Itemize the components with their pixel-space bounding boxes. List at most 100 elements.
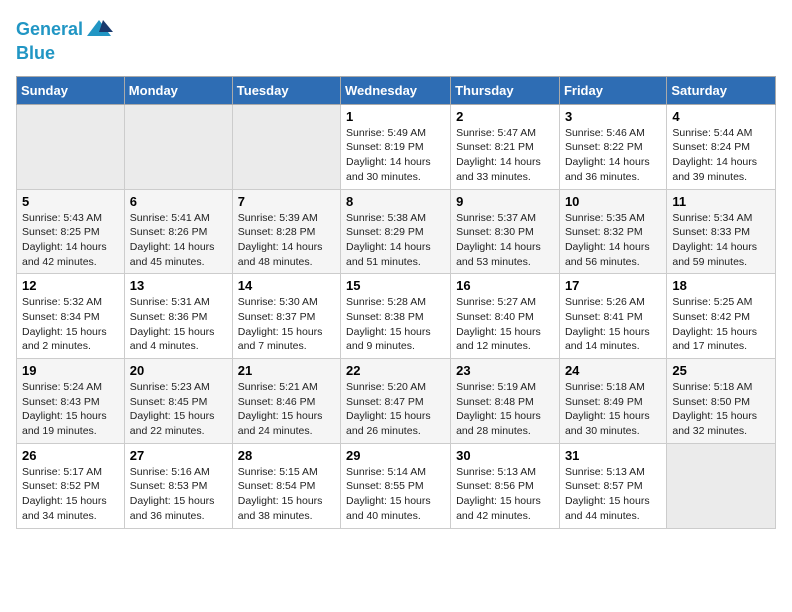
day-number: 1 [346, 109, 445, 124]
calendar-cell: 31 Sunrise: 5:13 AMSunset: 8:57 PMDaylig… [559, 443, 666, 528]
day-number: 22 [346, 363, 445, 378]
day-info: Sunrise: 5:37 AMSunset: 8:30 PMDaylight:… [456, 211, 554, 270]
day-info: Sunrise: 5:32 AMSunset: 8:34 PMDaylight:… [22, 295, 119, 354]
day-info: Sunrise: 5:46 AMSunset: 8:22 PMDaylight:… [565, 126, 661, 185]
day-number: 28 [238, 448, 335, 463]
day-info: Sunrise: 5:39 AMSunset: 8:28 PMDaylight:… [238, 211, 335, 270]
day-info: Sunrise: 5:18 AMSunset: 8:50 PMDaylight:… [672, 380, 770, 439]
calendar-cell: 15 Sunrise: 5:28 AMSunset: 8:38 PMDaylig… [341, 274, 451, 359]
page-header: General Blue [16, 16, 776, 64]
day-number: 10 [565, 194, 661, 209]
calendar-cell: 1 Sunrise: 5:49 AMSunset: 8:19 PMDayligh… [341, 104, 451, 189]
calendar-cell: 10 Sunrise: 5:35 AMSunset: 8:32 PMDaylig… [559, 189, 666, 274]
weekday-header-tuesday: Tuesday [232, 76, 340, 104]
calendar-week-1: 1 Sunrise: 5:49 AMSunset: 8:19 PMDayligh… [17, 104, 776, 189]
day-number: 27 [130, 448, 227, 463]
day-number: 14 [238, 278, 335, 293]
day-number: 13 [130, 278, 227, 293]
day-number: 29 [346, 448, 445, 463]
weekday-header-sunday: Sunday [17, 76, 125, 104]
day-number: 8 [346, 194, 445, 209]
calendar-cell: 6 Sunrise: 5:41 AMSunset: 8:26 PMDayligh… [124, 189, 232, 274]
day-number: 7 [238, 194, 335, 209]
day-number: 6 [130, 194, 227, 209]
calendar-cell: 18 Sunrise: 5:25 AMSunset: 8:42 PMDaylig… [667, 274, 776, 359]
day-info: Sunrise: 5:20 AMSunset: 8:47 PMDaylight:… [346, 380, 445, 439]
calendar-cell: 28 Sunrise: 5:15 AMSunset: 8:54 PMDaylig… [232, 443, 340, 528]
day-number: 5 [22, 194, 119, 209]
calendar-cell: 5 Sunrise: 5:43 AMSunset: 8:25 PMDayligh… [17, 189, 125, 274]
calendar-cell: 29 Sunrise: 5:14 AMSunset: 8:55 PMDaylig… [341, 443, 451, 528]
day-number: 18 [672, 278, 770, 293]
calendar-table: SundayMondayTuesdayWednesdayThursdayFrid… [16, 76, 776, 529]
day-number: 21 [238, 363, 335, 378]
calendar-week-2: 5 Sunrise: 5:43 AMSunset: 8:25 PMDayligh… [17, 189, 776, 274]
day-info: Sunrise: 5:15 AMSunset: 8:54 PMDaylight:… [238, 465, 335, 524]
day-number: 19 [22, 363, 119, 378]
calendar-cell: 7 Sunrise: 5:39 AMSunset: 8:28 PMDayligh… [232, 189, 340, 274]
calendar-cell: 27 Sunrise: 5:16 AMSunset: 8:53 PMDaylig… [124, 443, 232, 528]
calendar-cell: 11 Sunrise: 5:34 AMSunset: 8:33 PMDaylig… [667, 189, 776, 274]
calendar-cell: 8 Sunrise: 5:38 AMSunset: 8:29 PMDayligh… [341, 189, 451, 274]
day-info: Sunrise: 5:49 AMSunset: 8:19 PMDaylight:… [346, 126, 445, 185]
calendar-cell [667, 443, 776, 528]
day-info: Sunrise: 5:23 AMSunset: 8:45 PMDaylight:… [130, 380, 227, 439]
day-number: 2 [456, 109, 554, 124]
day-info: Sunrise: 5:13 AMSunset: 8:57 PMDaylight:… [565, 465, 661, 524]
day-info: Sunrise: 5:14 AMSunset: 8:55 PMDaylight:… [346, 465, 445, 524]
logo-text: General [16, 20, 83, 40]
day-info: Sunrise: 5:47 AMSunset: 8:21 PMDaylight:… [456, 126, 554, 185]
calendar-cell: 22 Sunrise: 5:20 AMSunset: 8:47 PMDaylig… [341, 359, 451, 444]
day-number: 9 [456, 194, 554, 209]
calendar-cell [124, 104, 232, 189]
calendar-cell: 23 Sunrise: 5:19 AMSunset: 8:48 PMDaylig… [451, 359, 560, 444]
day-info: Sunrise: 5:24 AMSunset: 8:43 PMDaylight:… [22, 380, 119, 439]
day-info: Sunrise: 5:28 AMSunset: 8:38 PMDaylight:… [346, 295, 445, 354]
logo-blue: Blue [16, 44, 113, 64]
weekday-header-saturday: Saturday [667, 76, 776, 104]
day-info: Sunrise: 5:27 AMSunset: 8:40 PMDaylight:… [456, 295, 554, 354]
day-number: 25 [672, 363, 770, 378]
calendar-cell [232, 104, 340, 189]
day-number: 23 [456, 363, 554, 378]
day-number: 24 [565, 363, 661, 378]
calendar-cell: 19 Sunrise: 5:24 AMSunset: 8:43 PMDaylig… [17, 359, 125, 444]
calendar-cell: 20 Sunrise: 5:23 AMSunset: 8:45 PMDaylig… [124, 359, 232, 444]
calendar-cell: 2 Sunrise: 5:47 AMSunset: 8:21 PMDayligh… [451, 104, 560, 189]
day-info: Sunrise: 5:16 AMSunset: 8:53 PMDaylight:… [130, 465, 227, 524]
weekday-header-thursday: Thursday [451, 76, 560, 104]
calendar-cell: 9 Sunrise: 5:37 AMSunset: 8:30 PMDayligh… [451, 189, 560, 274]
calendar-cell: 17 Sunrise: 5:26 AMSunset: 8:41 PMDaylig… [559, 274, 666, 359]
calendar-cell: 26 Sunrise: 5:17 AMSunset: 8:52 PMDaylig… [17, 443, 125, 528]
day-number: 11 [672, 194, 770, 209]
day-info: Sunrise: 5:18 AMSunset: 8:49 PMDaylight:… [565, 380, 661, 439]
logo-icon [85, 16, 113, 44]
day-number: 17 [565, 278, 661, 293]
calendar-cell: 12 Sunrise: 5:32 AMSunset: 8:34 PMDaylig… [17, 274, 125, 359]
day-number: 3 [565, 109, 661, 124]
calendar-week-4: 19 Sunrise: 5:24 AMSunset: 8:43 PMDaylig… [17, 359, 776, 444]
calendar-cell: 24 Sunrise: 5:18 AMSunset: 8:49 PMDaylig… [559, 359, 666, 444]
logo: General Blue [16, 16, 113, 64]
calendar-cell: 25 Sunrise: 5:18 AMSunset: 8:50 PMDaylig… [667, 359, 776, 444]
day-info: Sunrise: 5:43 AMSunset: 8:25 PMDaylight:… [22, 211, 119, 270]
day-info: Sunrise: 5:31 AMSunset: 8:36 PMDaylight:… [130, 295, 227, 354]
day-number: 30 [456, 448, 554, 463]
day-info: Sunrise: 5:26 AMSunset: 8:41 PMDaylight:… [565, 295, 661, 354]
day-number: 20 [130, 363, 227, 378]
day-number: 26 [22, 448, 119, 463]
day-info: Sunrise: 5:30 AMSunset: 8:37 PMDaylight:… [238, 295, 335, 354]
calendar-cell: 30 Sunrise: 5:13 AMSunset: 8:56 PMDaylig… [451, 443, 560, 528]
day-info: Sunrise: 5:13 AMSunset: 8:56 PMDaylight:… [456, 465, 554, 524]
weekday-header-friday: Friday [559, 76, 666, 104]
day-number: 4 [672, 109, 770, 124]
calendar-cell: 13 Sunrise: 5:31 AMSunset: 8:36 PMDaylig… [124, 274, 232, 359]
day-info: Sunrise: 5:44 AMSunset: 8:24 PMDaylight:… [672, 126, 770, 185]
day-number: 16 [456, 278, 554, 293]
day-info: Sunrise: 5:41 AMSunset: 8:26 PMDaylight:… [130, 211, 227, 270]
calendar-cell: 16 Sunrise: 5:27 AMSunset: 8:40 PMDaylig… [451, 274, 560, 359]
day-info: Sunrise: 5:35 AMSunset: 8:32 PMDaylight:… [565, 211, 661, 270]
day-info: Sunrise: 5:38 AMSunset: 8:29 PMDaylight:… [346, 211, 445, 270]
weekday-header-wednesday: Wednesday [341, 76, 451, 104]
day-number: 12 [22, 278, 119, 293]
